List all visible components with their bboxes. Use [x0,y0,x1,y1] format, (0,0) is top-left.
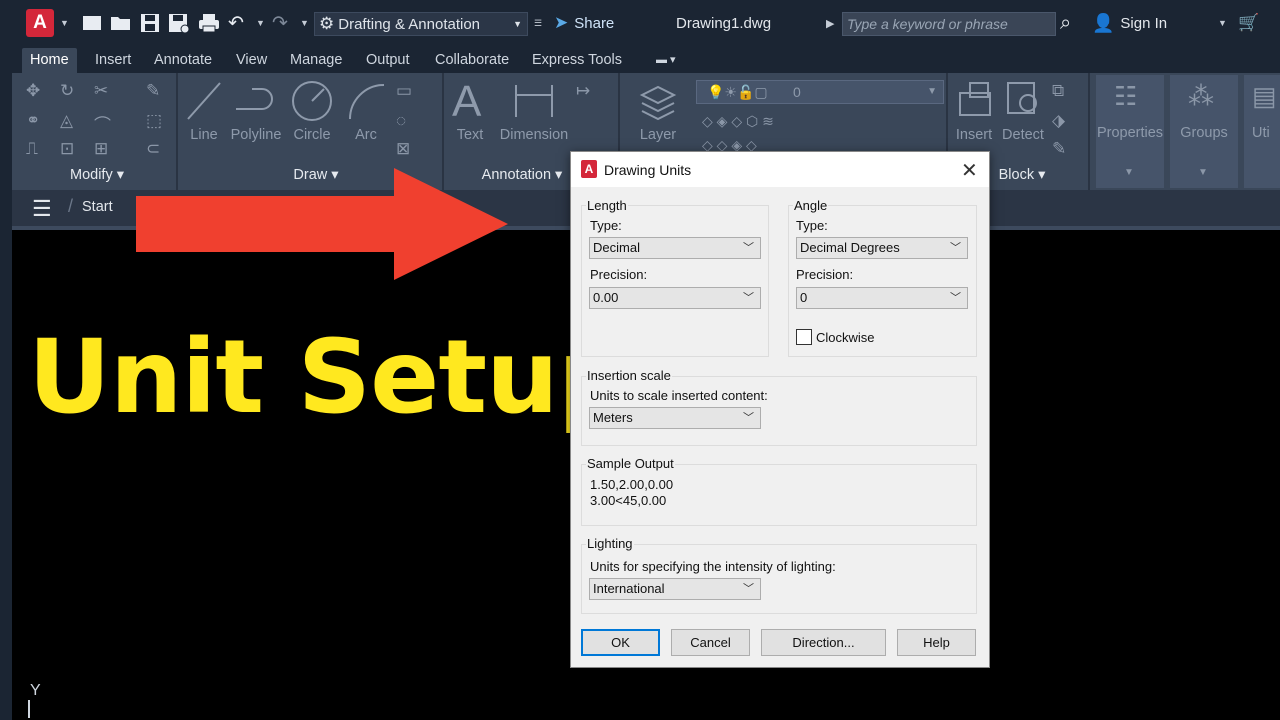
angle-type-label: Type: [796,218,828,233]
angle-type-select[interactable]: Decimal Degrees ﹀ [796,237,968,259]
chevron-down-icon: ﹀ [743,412,754,424]
dialog-title-bar[interactable]: A Drawing Units ✕ [571,152,989,187]
chevron-down-icon: ﹀ [743,583,754,595]
lighting-units-select[interactable]: International ﹀ [589,578,761,600]
lighting-group-label: Lighting [586,536,634,551]
length-precision-select[interactable]: 0.00 ﹀ [589,287,761,309]
sample-output-line-1: 1.50,2.00,0.00 [590,477,674,492]
drawing-units-dialog: A Drawing Units ✕ Length Type: Decimal ﹀ … [570,151,990,668]
angle-precision-label: Precision: [796,267,854,282]
overlay-headline: Unit Setup [28,318,631,437]
length-type-select[interactable]: Decimal ﹀ [589,237,761,259]
insertion-units-label: Units to scale inserted content: [590,388,768,403]
chevron-down-icon: ﹀ [743,242,754,254]
clockwise-checkbox[interactable] [796,329,812,345]
chevron-down-icon: ﹀ [950,292,961,304]
sample-output-line-2: 3.00<45,0.00 [590,493,667,508]
length-group-label: Length [586,198,628,213]
insertion-scale-group-label: Insertion scale [586,368,672,383]
ok-button[interactable]: OK [581,629,660,656]
angle-group-label: Angle [793,198,829,213]
direction-button[interactable]: Direction... [761,629,886,656]
length-type-label: Type: [590,218,622,233]
lighting-units-label: Units for specifying the intensity of li… [590,559,836,574]
length-precision-label: Precision: [590,267,648,282]
chevron-down-icon: ﹀ [950,242,961,254]
clockwise-label[interactable]: Clockwise [816,330,875,345]
sample-output-group-label: Sample Output [586,456,675,471]
help-button[interactable]: Help [897,629,976,656]
insertion-units-select[interactable]: Meters ﹀ [589,407,761,429]
chevron-down-icon: ﹀ [743,292,754,304]
autocad-logo-icon: A [581,160,597,178]
angle-precision-select[interactable]: 0 ﹀ [796,287,968,309]
close-icon[interactable]: ✕ [961,158,978,183]
cancel-button[interactable]: Cancel [671,629,750,656]
dialog-title: Drawing Units [604,162,692,178]
